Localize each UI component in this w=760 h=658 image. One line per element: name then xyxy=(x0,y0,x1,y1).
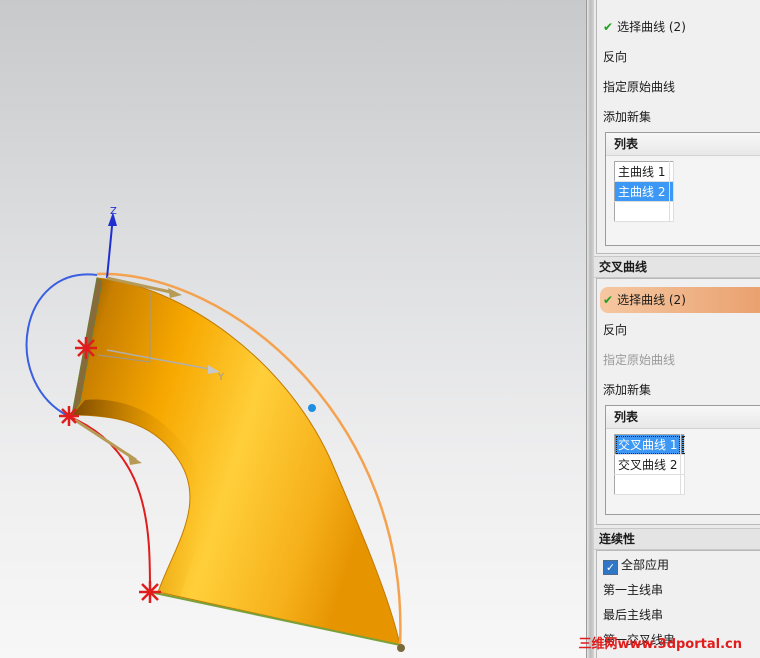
swept-surface[interactable] xyxy=(71,277,401,646)
list-item-label: 交叉曲线 2 xyxy=(614,454,681,475)
cross-select-curve-row[interactable]: ✔ 选择曲线 (2) xyxy=(600,287,760,313)
dialog-panel: ✔ 选择曲线 (2) 反向 指定原始曲线 添加新集 列表 主曲线 1 主曲线 2 … xyxy=(594,0,760,658)
list-item-label: 主曲线 1 xyxy=(614,161,670,182)
midpoint-handle[interactable] xyxy=(308,404,316,412)
marker-star-1[interactable] xyxy=(75,337,97,359)
endpoint-dot[interactable] xyxy=(397,644,405,652)
list-item-selected[interactable]: 主曲线 2 xyxy=(614,181,674,202)
cross-reverse-button[interactable]: 反向 xyxy=(603,319,627,341)
primary-list-title: 列表 xyxy=(606,133,760,156)
marker-star-3[interactable] xyxy=(139,581,161,603)
list-item-label: 主曲线 2 xyxy=(614,181,670,202)
primary-reverse-button[interactable]: 反向 xyxy=(603,46,627,68)
graphics-viewport[interactable]: Z Y xyxy=(0,0,586,658)
list-item[interactable]: 主曲线 1 xyxy=(614,161,674,182)
watermark: 三维网www.3dportal.cn xyxy=(578,637,742,652)
primary-specify-origin-button[interactable]: 指定原始曲线 xyxy=(603,76,675,98)
cross-curves-group: ✔ 选择曲线 (2) 反向 指定原始曲线 添加新集 列表 交叉曲线 1 交叉曲线 … xyxy=(596,278,760,525)
primary-curves-group: ✔ 选择曲线 (2) 反向 指定原始曲线 添加新集 列表 主曲线 1 主曲线 2 xyxy=(596,0,760,254)
list-item-empty xyxy=(614,201,674,222)
primary-list-table[interactable]: 主曲线 1 主曲线 2 xyxy=(614,161,674,222)
list-item-selected[interactable]: 交叉曲线 1 xyxy=(614,434,685,455)
cross-add-new-set-button[interactable]: 添加新集 xyxy=(603,379,651,401)
apply-all-label: 全部应用 xyxy=(621,558,670,572)
model-canvas[interactable]: Z Y xyxy=(0,0,586,658)
primary-list: 列表 主曲线 1 主曲线 2 xyxy=(605,132,760,246)
check-icon: ✔ xyxy=(603,293,614,307)
primary-select-curve-row[interactable]: ✔ 选择曲线 (2) xyxy=(603,16,686,38)
cross-select-curve-label: 选择曲线 (2) xyxy=(617,293,686,307)
first-primary-label: 第一主线串 xyxy=(603,583,664,597)
primary-add-new-set-button[interactable]: 添加新集 xyxy=(603,106,651,128)
continuity-header[interactable]: 连续性 xyxy=(594,528,760,550)
apply-all-checkbox[interactable]: ✓ 全部应用 xyxy=(603,554,669,576)
cross-curves-header[interactable]: 交叉曲线 xyxy=(594,256,760,278)
axis-y-label: Y xyxy=(217,372,225,383)
list-item-empty xyxy=(614,474,685,495)
last-primary-label: 最后主线串 xyxy=(603,608,664,622)
check-icon: ✔ xyxy=(603,20,614,34)
cross-list: 列表 交叉曲线 1 交叉曲线 2 xyxy=(605,405,760,515)
primary-select-curve-label: 选择曲线 (2) xyxy=(617,20,686,34)
axis-z-label: Z xyxy=(110,206,117,217)
cross-list-title: 列表 xyxy=(606,406,760,429)
cross-list-table[interactable]: 交叉曲线 1 交叉曲线 2 xyxy=(614,434,685,495)
cross-specify-origin-button[interactable]: 指定原始曲线 xyxy=(603,349,675,371)
checkbox-checked-icon: ✓ xyxy=(603,560,618,575)
list-item-label: 交叉曲线 1 xyxy=(614,434,681,455)
marker-star-2[interactable] xyxy=(59,406,79,426)
list-item[interactable]: 交叉曲线 2 xyxy=(614,454,685,475)
